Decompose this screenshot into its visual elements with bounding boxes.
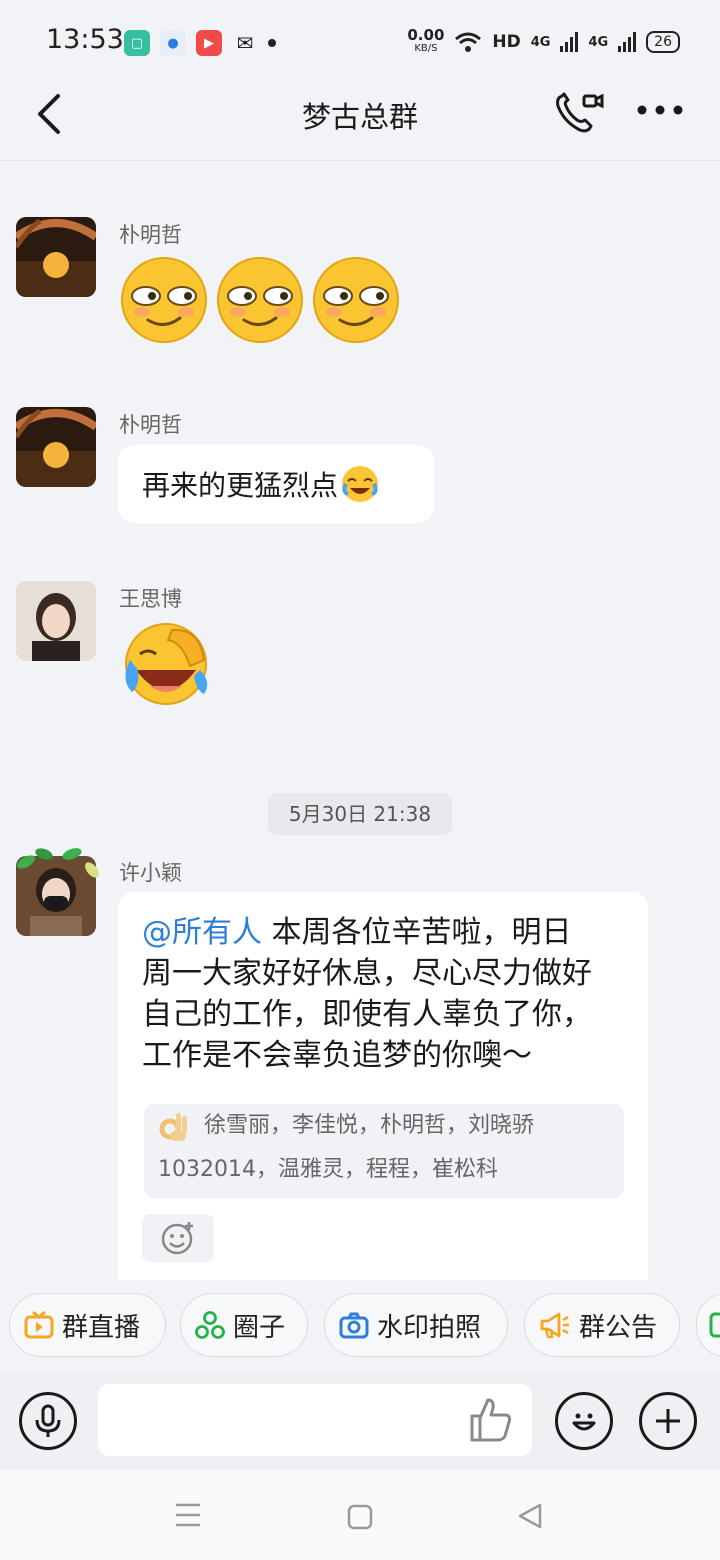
crying-laughing-face-icon <box>125 623 208 705</box>
signal-2-label: 4G <box>588 34 609 50</box>
microphone-icon <box>35 1404 61 1437</box>
emoji-message[interactable] <box>120 256 400 344</box>
smirk-face-icon <box>121 257 207 343</box>
thumbs-up-icon[interactable] <box>466 1396 514 1444</box>
emoji-button[interactable] <box>555 1392 613 1450</box>
sender-name: 王思博 <box>119 587 182 611</box>
net-speed: 0.00 KB/S <box>407 28 444 56</box>
reaction-names-line-2: 1032014，温雅灵，程程，崔松科 <box>158 1157 498 1182</box>
megaphone-icon <box>540 1312 569 1339</box>
ok-hand-icon <box>159 1113 187 1141</box>
smirk-face-icon <box>313 257 399 343</box>
qq-notification-icon: ● <box>160 30 186 56</box>
status-time: 13:53 <box>46 24 124 55</box>
camera-icon <box>339 1312 369 1339</box>
back-triangle-icon[interactable] <box>516 1502 544 1530</box>
sender-name: 朴明哲 <box>119 223 182 247</box>
home-icon[interactable] <box>346 1503 374 1531</box>
group-live-label: 群直播 <box>62 1312 141 1343</box>
smile-icon <box>572 1413 596 1431</box>
phone-video-icon[interactable] <box>554 90 606 136</box>
signal-2-icon <box>618 32 637 52</box>
sunset-avatar-icon <box>16 217 96 297</box>
status-indicators: 0.00 KB/S HD 4G 4G 26 <box>407 28 680 56</box>
leaf-crown-icon <box>16 848 99 878</box>
smirk-face-icon <box>217 257 303 343</box>
sender-name: 许小颖 <box>119 861 182 885</box>
page-title: 梦古总群 <box>301 100 418 134</box>
reaction-names-line-1: 徐雪丽，李佳悦，朴明哲，刘晓骄 <box>204 1113 535 1138</box>
kuaishou-notification-icon: ▶ <box>196 30 222 56</box>
input-bar <box>0 1372 720 1470</box>
avatar[interactable] <box>16 217 96 297</box>
notification-icons: ▢ ● ▶ ✉ <box>124 30 276 56</box>
add-emoji-icon <box>161 1222 193 1255</box>
crying-laughing-face-icon <box>342 466 379 502</box>
watermark-camera-label: 水印拍照 <box>377 1312 482 1343</box>
emoji-message[interactable] <box>120 620 214 712</box>
more-notifications-dot-icon <box>268 39 276 47</box>
group-announcement-label: 群公告 <box>579 1312 658 1343</box>
hd-label: HD <box>492 32 521 52</box>
more-dots-icon[interactable] <box>636 104 684 116</box>
sunset-avatar-icon <box>16 407 96 487</box>
system-navigation-bar <box>0 1470 720 1560</box>
circles-icon <box>195 1311 225 1339</box>
net-speed-value: 0.00 <box>407 26 445 44</box>
circle-button[interactable]: 圈子 <box>180 1293 308 1357</box>
announcement-line-3: 自己的工作，即使有人辜负了你， <box>142 997 592 1032</box>
app-notification-icon: ▢ <box>124 30 150 56</box>
timestamp: 5月30日 21:38 <box>268 793 452 835</box>
wifi-icon <box>455 32 482 52</box>
sender-name: 朴明哲 <box>119 413 182 437</box>
message-text: 再来的更猛烈点 <box>142 469 339 502</box>
avatar[interactable] <box>16 581 96 661</box>
mention-all[interactable]: @所有人 <box>142 915 262 950</box>
reaction-list[interactable]: 徐雪丽，李佳悦，朴明哲，刘晓骄 1032014，温雅灵，程程，崔松科 <box>144 1104 624 1198</box>
chat-header: 梦古总群 <box>0 84 720 161</box>
group-live-button[interactable]: 群直播 <box>9 1293 166 1357</box>
voice-button[interactable] <box>19 1392 77 1450</box>
green-app-icon <box>709 1312 720 1338</box>
add-reaction-button[interactable] <box>142 1214 214 1262</box>
group-announcement-button[interactable]: 群公告 <box>524 1293 680 1357</box>
net-speed-unit: KB/S <box>414 43 438 54</box>
signal-1-label: 4G <box>530 34 551 50</box>
watermark-camera-button[interactable]: 水印拍照 <box>324 1293 508 1357</box>
announcement-line-1: @所有人 本周各位辛苦啦，明日 <box>142 915 572 950</box>
announcement-line-4: 工作是不会辜负追梦的你噢～ <box>142 1038 532 1073</box>
reaction-line-1: 徐雪丽，李佳悦，朴明哲，刘晓骄 <box>158 1104 614 1148</box>
message-input[interactable] <box>98 1384 532 1456</box>
tv-icon <box>24 1310 54 1339</box>
battery-icon: 26 <box>646 31 680 53</box>
signal-1-icon <box>560 32 579 52</box>
status-bar: 13:53 ▢ ● ▶ ✉ 0.00 KB/S HD 4G 4G 26 <box>0 0 720 84</box>
wechat-notification-icon: ✉ <box>236 31 254 55</box>
girl-photo-avatar-icon <box>16 581 96 661</box>
plus-button[interactable] <box>639 1392 697 1450</box>
announcement-line-2: 周一大家好好休息，尽心尽力做好 <box>142 956 592 991</box>
plus-icon <box>656 1409 680 1433</box>
circle-label: 圈子 <box>233 1312 286 1343</box>
avatar[interactable] <box>16 407 96 487</box>
announcement-text: @所有人 本周各位辛苦啦，明日 周一大家好好休息，尽心尽力做好 自己的工作，即使… <box>142 912 642 1076</box>
message-bubble[interactable]: 再来的更猛烈点 <box>118 445 434 523</box>
menu-icon[interactable] <box>174 1502 202 1528</box>
